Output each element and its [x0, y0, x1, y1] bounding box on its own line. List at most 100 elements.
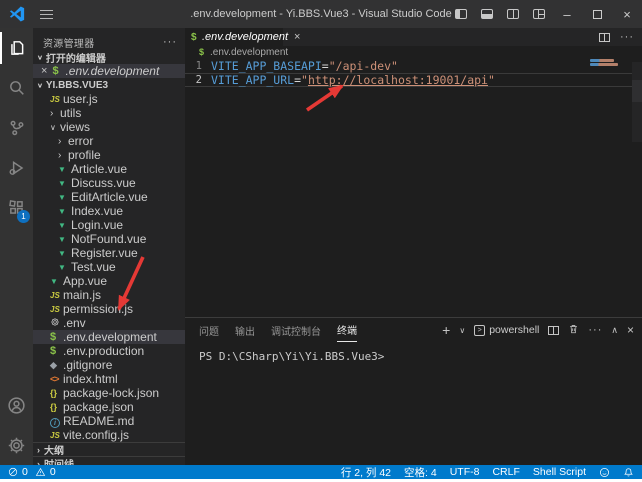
tree-item[interactable]: ▼Article.vue — [33, 162, 185, 176]
tab-terminal[interactable]: 终端 — [337, 318, 357, 342]
tree-item[interactable]: ▼NotFound.vue — [33, 232, 185, 246]
tree-item[interactable]: ▼Discuss.vue — [33, 176, 185, 190]
bottom-panel: 问题 输出 调试控制台 终端 + ∨ > powershell ··· — [185, 317, 642, 465]
cursor-position[interactable]: 行 2, 列 42 — [341, 465, 391, 480]
tree-item-env-development[interactable]: $.env.development — [33, 330, 185, 344]
tree-folder[interactable]: ›error — [33, 134, 185, 148]
tab-bar: $ .env.development × ··· — [185, 28, 642, 46]
run-debug-icon[interactable] — [0, 148, 33, 188]
customize-layout-icon[interactable] — [526, 0, 552, 28]
tab-problems[interactable]: 问题 — [199, 318, 219, 342]
tree-item[interactable]: ▼App.vue — [33, 274, 185, 288]
tree-item[interactable]: ▼Index.vue — [33, 204, 185, 218]
tree-item[interactable]: {}package.json — [33, 400, 185, 414]
close-icon[interactable]: × — [41, 65, 47, 77]
toggle-sidebar-icon[interactable] — [448, 0, 474, 28]
code-editor[interactable]: 1VITE_APP_BASEAPI="/api-dev" 2VITE_APP_U… — [185, 58, 642, 317]
language-mode[interactable]: Shell Script — [533, 466, 586, 478]
shell-picker[interactable]: > powershell — [474, 324, 539, 336]
file-tree: JSuser.js ›utils ∨views ›error ›profile … — [33, 92, 185, 442]
tree-item[interactable]: {}package-lock.json — [33, 386, 185, 400]
vue-icon: ▼ — [58, 221, 71, 230]
notifications-bell-icon[interactable] — [623, 467, 634, 478]
tree-item[interactable]: JSmain.js — [33, 288, 185, 302]
tree-folder[interactable]: ›profile — [33, 148, 185, 162]
breadcrumb[interactable]: $ .env.development — [185, 46, 642, 58]
tree-item[interactable]: ▼Test.vue — [33, 260, 185, 274]
json-icon: {} — [50, 402, 63, 412]
source-control-icon[interactable] — [0, 108, 33, 148]
feedback-icon[interactable] — [599, 467, 610, 478]
chevron-down-icon[interactable]: ∨ — [459, 326, 465, 335]
warnings-count[interactable]: 0 — [50, 466, 56, 478]
panel-more-icon[interactable]: ··· — [588, 324, 602, 336]
indentation[interactable]: 空格: 4 — [404, 465, 437, 480]
vue-icon: ▼ — [58, 165, 71, 174]
vue-icon: ▼ — [58, 263, 71, 272]
shellscript-icon: $ — [191, 32, 202, 43]
javascript-icon: JS — [50, 305, 63, 314]
tree-item[interactable]: ◆.gitignore — [33, 358, 185, 372]
close-panel-icon[interactable]: × — [627, 323, 634, 337]
timeline-section[interactable]: › 时间线 — [33, 456, 185, 465]
chevron-down-icon: ∨ — [50, 123, 60, 132]
menu-icon[interactable] — [40, 10, 53, 19]
settings-gear-icon[interactable] — [0, 425, 33, 465]
tab-debug-console[interactable]: 调试控制台 — [271, 318, 321, 342]
terminal-output[interactable]: PS D:\CSharp\Yi\Yi.BBS.Vue3> — [185, 342, 642, 465]
vue-icon: ▼ — [58, 249, 71, 258]
tree-item[interactable]: JSvite.config.js — [33, 428, 185, 442]
eol-sequence[interactable]: CRLF — [492, 466, 519, 478]
url-link[interactable]: http://localhost:19001/api — [308, 73, 488, 87]
maximize-panel-icon[interactable]: ∧ — [611, 325, 618, 336]
tree-item[interactable]: iREADME.md — [33, 414, 185, 428]
tab-output[interactable]: 输出 — [235, 318, 255, 342]
tree-item[interactable]: ▼EditArticle.vue — [33, 190, 185, 204]
line-number: 1 — [185, 60, 211, 72]
tree-folder[interactable]: ∨views — [33, 120, 185, 134]
tree-item[interactable]: ▼Register.vue — [33, 246, 185, 260]
editor-more-icon[interactable]: ··· — [620, 31, 634, 43]
extensions-badge: 1 — [17, 210, 30, 223]
tree-item[interactable]: $.env.production — [33, 344, 185, 358]
sidebar-title: 资源管理器 — [43, 35, 95, 50]
close-tab-icon[interactable]: × — [294, 31, 300, 43]
maximize-button[interactable] — [582, 0, 612, 28]
tree-item[interactable]: .env — [33, 316, 185, 330]
new-terminal-icon[interactable]: + — [442, 323, 450, 337]
minimize-button[interactable]: – — [552, 0, 582, 28]
errors-icon[interactable] — [8, 467, 18, 477]
outline-section[interactable]: › 大纲 — [33, 442, 185, 456]
tree-folder[interactable]: ›utils — [33, 106, 185, 120]
tree-item[interactable]: JSpermission.js — [33, 302, 185, 316]
search-icon[interactable] — [0, 68, 33, 108]
activity-bar: 1 — [0, 28, 33, 465]
sidebar-more-icon[interactable]: ··· — [163, 36, 177, 48]
shellscript-icon: $ — [52, 65, 65, 77]
tree-item[interactable]: <>index.html — [33, 372, 185, 386]
tab-env-development[interactable]: $ .env.development × — [185, 28, 283, 46]
warnings-icon[interactable] — [35, 467, 46, 477]
tree-item[interactable]: ▼Login.vue — [33, 218, 185, 232]
kill-terminal-icon[interactable] — [568, 323, 579, 338]
open-editors-section[interactable]: ∨ 打开的编辑器 — [33, 50, 185, 64]
split-editor-icon[interactable] — [599, 33, 610, 42]
close-button[interactable]: × — [612, 0, 642, 28]
toggle-panel-icon[interactable] — [474, 0, 500, 28]
explorer-sidebar: 资源管理器 ··· ∨ 打开的编辑器 × $ .env.development … — [33, 28, 185, 465]
git-icon: ◆ — [50, 360, 63, 371]
chevron-right-icon: › — [58, 150, 68, 161]
project-section[interactable]: ∨ YI.BBS.VUE3 — [33, 78, 185, 92]
encoding[interactable]: UTF-8 — [450, 466, 480, 478]
tree-item[interactable]: JSuser.js — [33, 92, 185, 106]
open-editor-item[interactable]: × $ .env.development — [33, 64, 185, 78]
split-terminal-icon[interactable] — [548, 326, 559, 335]
extensions-icon[interactable]: 1 — [0, 188, 33, 228]
shellscript-icon: $ — [199, 47, 210, 57]
line-number: 2 — [185, 74, 211, 86]
errors-count[interactable]: 0 — [22, 466, 28, 478]
toggle-secondary-sidebar-icon[interactable] — [500, 0, 526, 28]
account-icon[interactable] — [0, 385, 33, 425]
scrollbar[interactable] — [632, 62, 642, 142]
explorer-icon[interactable] — [0, 28, 33, 68]
